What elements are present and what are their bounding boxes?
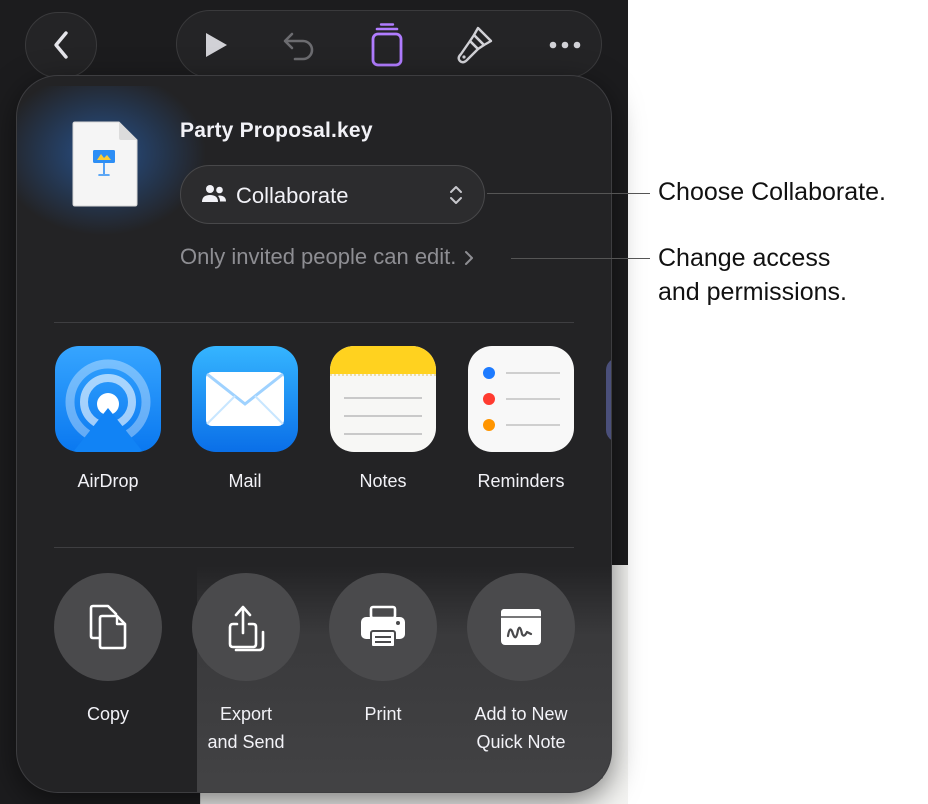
document-stack-icon — [371, 23, 403, 67]
notes-icon — [330, 346, 436, 452]
undo-icon — [283, 32, 314, 61]
action-label-export: Export and Send — [181, 700, 311, 756]
back-button[interactable] — [25, 12, 97, 78]
action-label-quick-note: Add to New Quick Note — [456, 700, 586, 756]
top-toolbar — [176, 10, 602, 78]
app-airdrop[interactable]: AirDrop — [43, 346, 173, 492]
app-label-airdrop: AirDrop — [77, 471, 139, 491]
quick-note-button[interactable] — [467, 573, 575, 681]
copy-button[interactable] — [54, 573, 162, 681]
app-label-notes: Notes — [359, 471, 407, 491]
undo-button[interactable] — [269, 11, 329, 79]
export-icon — [228, 605, 265, 652]
callout-access-line1: Change access — [658, 244, 831, 272]
action-label-print: Print — [318, 700, 448, 728]
callout-collaborate: Choose Collaborate. — [658, 178, 886, 206]
quick-note-icon — [501, 609, 541, 645]
paintbrush-icon — [457, 26, 493, 64]
action-label-quick-note-line1: Add to New — [474, 704, 568, 724]
app-reminders[interactable]: Reminders — [456, 346, 586, 492]
app-notes[interactable]: Notes — [318, 346, 448, 492]
action-print[interactable]: Print — [318, 573, 448, 728]
chevron-updown-icon — [450, 186, 462, 204]
back-icon — [54, 31, 68, 59]
callout-access: Change access and permissions. — [658, 241, 847, 309]
access-permissions-link[interactable]: Only invited people can edit. — [180, 244, 474, 270]
more-button[interactable] — [535, 11, 595, 79]
print-icon — [361, 605, 405, 648]
callout-access-line2: and permissions. — [658, 278, 847, 306]
keynote-file-icon — [72, 121, 138, 207]
callout-line-access — [511, 258, 650, 259]
action-label-print-line1: Print — [364, 704, 402, 724]
app-label-mail: Mail — [228, 471, 262, 491]
action-export[interactable]: Export and Send — [181, 573, 311, 756]
play-button[interactable] — [185, 11, 245, 79]
action-quick-note[interactable]: Add to New Quick Note — [456, 573, 586, 756]
action-label-export-line1: Export — [219, 704, 273, 724]
print-button[interactable] — [329, 573, 437, 681]
chevron-right-icon — [465, 251, 474, 266]
action-label-copy-line1: Copy — [86, 704, 130, 724]
app-mail[interactable]: Mail — [180, 346, 310, 492]
play-icon — [206, 33, 227, 57]
action-label-quick-note-line2: Quick Note — [476, 732, 566, 752]
access-summary-text: Only invited people can edit. — [180, 244, 457, 269]
divider-bottom — [54, 547, 574, 548]
format-button[interactable] — [445, 11, 505, 79]
next-app-partial-icon[interactable] — [606, 358, 611, 442]
collaboration-button[interactable] — [357, 11, 417, 79]
people-icon — [202, 185, 226, 202]
more-icon — [549, 41, 581, 49]
airdrop-icon — [55, 346, 161, 452]
mail-icon — [192, 346, 298, 452]
action-copy[interactable]: Copy — [43, 573, 173, 728]
divider-top — [54, 322, 574, 323]
reminders-icon — [468, 346, 574, 452]
export-button[interactable] — [192, 573, 300, 681]
callout-line-collaborate — [487, 193, 650, 194]
collaborate-label: Collaborate — [236, 183, 349, 208]
collaborate-dropdown[interactable]: Collaborate — [180, 165, 485, 224]
action-label-copy: Copy — [43, 700, 173, 728]
action-label-export-line2: and Send — [207, 732, 285, 752]
copy-icon — [89, 604, 127, 650]
screenshot-stage: Party Proposal.key Collaborate Only invi… — [0, 0, 928, 804]
document-title: Party Proposal.key — [180, 119, 373, 142]
app-label-reminders: Reminders — [477, 471, 565, 491]
share-sheet: Party Proposal.key Collaborate Only invi… — [16, 75, 612, 793]
